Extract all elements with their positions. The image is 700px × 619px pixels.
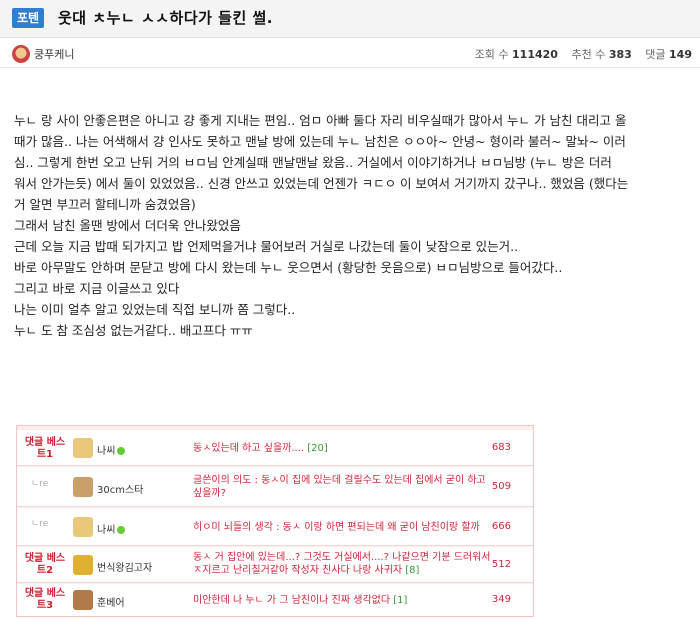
comment-screenshot: 댓글 베스트1 나씨 동ㅅ있는데 하고 싶을까.... [20] 683 ㄴre… [16, 425, 534, 617]
body-line: 거 알면 부끄러 할테니까 숨겼었음) [14, 197, 196, 212]
body-line: 그리고 바로 지금 이글쓰고 있다 [14, 281, 180, 296]
vote-count: 683 [491, 442, 511, 453]
body-line: 때가 많음.. 나는 어색해서 걍 인사도 못하고 맨날 방에 있는데 누ㄴ 남… [14, 134, 626, 149]
online-icon [117, 447, 126, 455]
reply-count: [20] [307, 443, 328, 454]
post-stats: 조회 수 111420 추천 수 383 댓글 149 [475, 46, 692, 62]
body-line: 워서 안가는듯) 에서 둘이 있었었음.. 신경 안쓰고 있었는데 언젠가 ㅋㄷ… [14, 176, 629, 191]
body-line: 그래서 남친 올땐 방에서 더더욱 안나왔었음 [14, 218, 241, 233]
body-line: 바로 아무말도 안하며 문닫고 방에 다시 왔는데 누ㄴ 웃으면서 (황당한 웃… [14, 260, 563, 275]
author-name[interactable]: 쿵푸케니 [34, 46, 74, 62]
vote-count: 512 [491, 559, 511, 570]
body-line: 누ㄴ 랑 사이 안좋은편은 아니고 걍 좋게 지내는 편임.. 엄ㅁ 아빠 둘다… [14, 113, 627, 128]
comment-row: 댓글 베스트1 나씨 동ㅅ있는데 하고 싶을까.... [20] 683 [17, 430, 533, 466]
post-title: 웃대 ㅊ누ㄴ ㅅㅅ하다가 들킨 썰. [58, 9, 273, 27]
vote-count: 349 [491, 594, 511, 605]
online-icon [117, 526, 126, 534]
body-line: 근데 오늘 지금 밥때 되가지고 밥 언제먹을거냐 물어보러 거실로 나갔는데 … [14, 239, 519, 254]
comment-text: 글쓴이의 의도 : 동ㅅ이 집에 있는데 걸릴수도 있는데 집에서 굳이 하고 … [193, 475, 486, 499]
title-bar: 포텐 웃대 ㅊ누ㄴ ㅅㅅ하다가 들킨 썰. [0, 0, 700, 38]
comments-label: 댓글 [645, 48, 666, 61]
commenter-avatar [73, 477, 93, 497]
recommend-count: 383 [608, 48, 632, 61]
comment-reply-row: ㄴre 나씨 히ㅇ미 뇌들의 생각 : 동ㅅ 이랑 하면 편되는데 왜 굳이 남… [17, 508, 533, 546]
reply-count: [1] [393, 595, 408, 606]
commenter-name: 나씨 [97, 521, 126, 536]
commenter-name: 나씨 [97, 442, 126, 457]
body-line: 나는 이미 얼추 알고 있었는데 직접 보니까 쫌 그렇다.. [14, 302, 296, 317]
best-label: 댓글 베스트1 [24, 437, 66, 460]
best-label: 댓글 베스트3 [24, 588, 66, 611]
comments-count: 149 [669, 48, 692, 61]
comment-text: 미안한데 나 누ㄴ 가 그 남친이나 진짜 생각없다 [1] [193, 595, 408, 606]
comment-reply-row: ㄴre 30cm스타 글쓴이의 의도 : 동ㅅ이 집에 있는데 걸릴수도 있는데… [17, 467, 533, 507]
commenter-name: 30cm스타 [97, 485, 144, 496]
reply-label: ㄴre [31, 519, 49, 529]
body-line: 누ㄴ 도 참 조심성 없는거같다.. 배고프다 ㅠㅠ [14, 323, 253, 338]
post-body: 누ㄴ 랑 사이 안좋은편은 아니고 걍 좋게 지내는 편임.. 엄ㅁ 아빠 둘다… [14, 110, 690, 341]
vote-count: 666 [491, 521, 511, 532]
reply-count: [8] [405, 565, 420, 576]
comment-text: 동ㅅ있는데 하고 싶을까.... [20] [193, 443, 328, 454]
comment-text: 동ㅅ 거 집안에 있는데...? 그것도 거실에서....? 나같으면 기분 드… [193, 552, 491, 576]
comment-text: 히ㅇ미 뇌들의 생각 : 동ㅅ 이랑 하면 편되는데 왜 굳이 남친이랑 할까 [193, 522, 480, 533]
views-count: 111420 [512, 48, 558, 61]
commenter-avatar [73, 517, 93, 537]
reply-label: ㄴre [31, 479, 49, 489]
body-line: 심.. 그렇게 한번 오고 난뒤 거의 ㅂㅁ님 안계실때 맨날맨날 왔음.. 거… [14, 155, 612, 170]
commenter-name: 번식왕김고자 [97, 563, 153, 574]
vote-count: 509 [491, 481, 511, 492]
views-label: 조회 수 [474, 48, 509, 61]
best-label: 댓글 베스트2 [24, 553, 66, 576]
commenter-name: 훈베어 [97, 598, 125, 609]
comment-row: 댓글 베스트2 번식왕김고자 동ㅅ 거 집안에 있는데...? 그것도 거실에서… [17, 547, 533, 583]
comment-row: 댓글 베스트3 훈베어 미안한데 나 누ㄴ 가 그 남친이나 진짜 생각없다 [… [17, 584, 533, 616]
recommend-label: 추천 수 [571, 48, 606, 61]
commenter-avatar [73, 438, 93, 458]
category-tag[interactable]: 포텐 [12, 8, 45, 28]
author-avatar[interactable] [12, 45, 30, 63]
commenter-avatar [73, 590, 93, 610]
commenter-avatar [73, 555, 93, 575]
